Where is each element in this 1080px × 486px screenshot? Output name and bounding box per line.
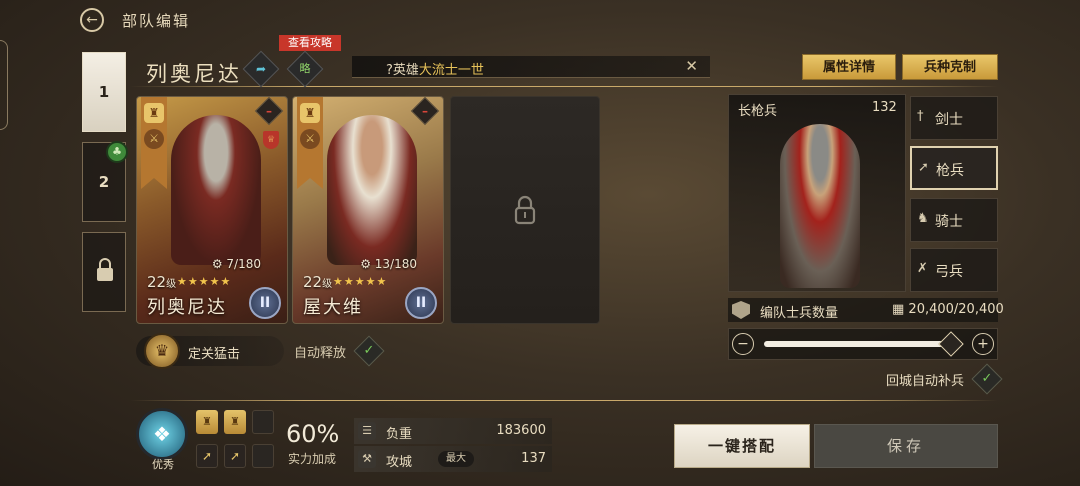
spear-icon: ➚: [224, 444, 246, 468]
troop-count-label: 编队士兵数量: [760, 306, 839, 321]
save-button[interactable]: 保存: [814, 424, 998, 468]
commander-name: 列奥尼达: [146, 62, 242, 86]
plus-icon[interactable]: +: [972, 333, 994, 355]
helmet-icon: ♜: [144, 103, 164, 123]
unit-tab-label: 骑士: [935, 214, 963, 230]
unit-portrait: [780, 124, 860, 288]
hero-portrait: [327, 115, 417, 265]
rating-label: 优秀: [152, 458, 174, 471]
team-tab-label: 2: [98, 173, 110, 191]
layers-icon: ☰: [358, 422, 376, 440]
strategy-button[interactable]: 略: [286, 50, 324, 88]
spear-icon: ➚: [918, 160, 929, 175]
bow-icon: ✗: [917, 261, 928, 276]
counter-button[interactable]: 兵种克制: [902, 54, 998, 80]
sword-icon: ⚔: [300, 129, 320, 149]
troop-slider-track[interactable]: [764, 341, 950, 347]
stat-name: 负重: [386, 427, 413, 442]
unit-tab-swordsman[interactable]: † 剑士: [910, 96, 998, 140]
skill-name: 定关猛击: [188, 347, 241, 362]
empty-slot: [252, 410, 274, 434]
stat-row-load: ☰ 负重 183600: [354, 418, 552, 444]
auto-equip-button[interactable]: 一键搭配: [674, 424, 810, 468]
remove-hero-button[interactable]: –: [254, 97, 284, 126]
helmet-icon: ♜: [224, 410, 246, 434]
helmet-icon: ♜: [196, 410, 218, 434]
team-tab-1[interactable]: 1: [82, 52, 126, 132]
helmet-icon: ♜: [300, 103, 320, 123]
empty-slot: [252, 444, 274, 468]
hero-search-text: ?英雄大流士一世: [386, 63, 484, 78]
remove-hero-button[interactable]: –: [410, 97, 440, 126]
hero-card-1[interactable]: ♜ ⚔ – ♕ ⚙ 7/180 22级 ★★★★★ 列奥尼达 II: [136, 96, 288, 324]
hero-search-field[interactable]: ?英雄大流士一世 ✕: [352, 56, 710, 78]
power-bonus-value: 60%: [286, 420, 340, 448]
hero-name: 列奥尼达: [147, 297, 227, 318]
hero-name: 屋大维: [303, 297, 363, 318]
hero-banner: ♜ ⚔: [297, 97, 323, 189]
unit-tab-label: 枪兵: [936, 163, 964, 179]
auto-cast-label: 自动释放: [294, 346, 347, 361]
troop-count-value: ▦ 20,400/20,400: [892, 302, 1004, 317]
team-tab-label: 1: [98, 83, 110, 101]
minus-icon[interactable]: −: [732, 333, 754, 355]
back-arrow-icon[interactable]: ←: [80, 8, 104, 32]
unit-tab-archer[interactable]: ✗ 弓兵: [910, 248, 998, 292]
horse-icon: ♞: [917, 211, 929, 226]
hero-level: 22级: [147, 273, 177, 291]
unit-tab-label: 弓兵: [935, 264, 963, 280]
shield-icon: ♕: [263, 131, 279, 149]
hero-level: 22级: [303, 273, 333, 291]
hero-rank-badge: II: [249, 287, 281, 319]
auto-refill-checkbox[interactable]: ✓: [971, 363, 1003, 395]
page-title: 部队编辑: [122, 12, 191, 30]
unit-tab-spearman[interactable]: ➚ 枪兵: [910, 146, 998, 190]
hero-stars: ★★★★★: [177, 275, 232, 288]
lock-icon: [97, 258, 113, 281]
side-panel-edge[interactable]: [0, 40, 8, 130]
power-bonus-label: 实力加成: [288, 452, 337, 466]
clover-icon: ♣: [106, 141, 128, 163]
stat-row-siege: ⚒ 攻城 最大 137: [354, 446, 552, 472]
close-icon[interactable]: ✕: [685, 57, 698, 75]
lock-icon: [514, 195, 536, 225]
stat-value: 183600: [496, 423, 546, 438]
sword-icon: ⚔: [144, 129, 164, 149]
hero-slot-locked[interactable]: [450, 96, 600, 324]
unit-name: 长枪兵: [738, 104, 778, 119]
lion-skill-icon[interactable]: ♛: [144, 333, 180, 369]
hero-banner: ♜ ⚔: [141, 97, 167, 189]
strategy-label: 略: [299, 62, 311, 75]
auto-refill-label: 回城自动补兵: [886, 374, 965, 389]
team-tab-locked[interactable]: [82, 232, 126, 312]
siege-icon: ⚒: [358, 450, 376, 468]
strategy-guide-tag[interactable]: 查看攻略: [279, 35, 341, 51]
hero-stars: ★★★★★: [333, 275, 388, 288]
unit-tab-label: 剑士: [935, 112, 963, 128]
hero-rank-badge: II: [405, 287, 437, 319]
spear-icon: ➚: [196, 444, 218, 468]
attributes-button[interactable]: 属性详情: [802, 54, 896, 80]
stat-name: 攻城: [386, 455, 413, 470]
footer-divider: [130, 400, 998, 401]
hero-portrait: [171, 115, 261, 265]
unit-count: 132: [872, 100, 897, 115]
stat-value: 137: [521, 451, 546, 466]
unit-tab-knight[interactable]: ♞ 骑士: [910, 198, 998, 242]
rating-badge-icon: ❖: [136, 408, 188, 460]
hero-exp: ⚙ 13/180: [360, 257, 417, 271]
auto-cast-checkbox[interactable]: ✓: [353, 335, 385, 367]
share-arrow-icon[interactable]: ➦: [242, 50, 280, 88]
sword-icon: †: [917, 109, 924, 124]
hero-exp: ⚙ 7/180: [211, 257, 261, 271]
max-badge: 最大: [438, 451, 474, 467]
hero-card-2[interactable]: ♜ ⚔ – ⚙ 13/180 22级 ★★★★★ 屋大维 II: [292, 96, 444, 324]
